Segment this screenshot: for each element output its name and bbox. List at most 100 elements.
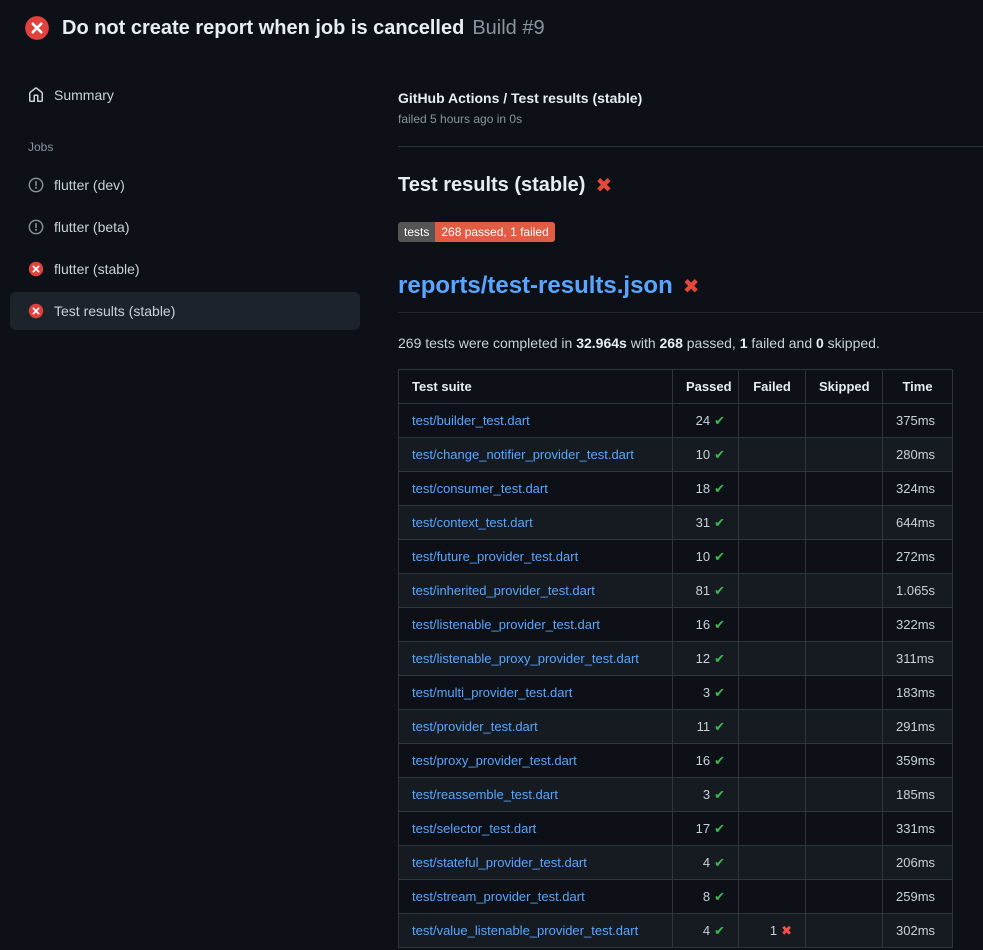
pass-check-icon: ✔ [714,447,725,462]
suite-cell: test/multi_provider_test.dart [399,676,673,710]
passed-count: 16 [696,753,710,768]
passed-cell: 18 ✔ [673,472,739,506]
breadcrumb: GitHub Actions / Test results (stable) [398,90,953,106]
test-suite-link[interactable]: test/value_listenable_provider_test.dart [412,923,638,938]
build-title: Do not create report when job is cancell… [62,17,464,39]
test-suite-link[interactable]: test/stream_provider_test.dart [412,889,585,904]
test-suite-link[interactable]: test/multi_provider_test.dart [412,685,572,700]
sidebar: Summary Jobs flutter (dev) flutter (beta)… [0,54,370,334]
skipped-cell [806,914,883,948]
test-suite-link[interactable]: test/listenable_provider_test.dart [412,617,600,632]
report-title: reports/test-results.json ✖ [398,272,983,313]
test-suite-link[interactable]: test/change_notifier_provider_test.dart [412,447,634,462]
test-suite-link[interactable]: test/listenable_proxy_provider_test.dart [412,651,639,666]
pass-check-icon: ✔ [714,515,725,530]
pass-check-icon: ✔ [714,753,725,768]
summary-text: failed and [748,335,817,351]
suite-cell: test/consumer_test.dart [399,472,673,506]
time-cell: 331ms [883,812,953,846]
sidebar-item-summary[interactable]: Summary [10,76,360,114]
build-number: Build #9 [472,17,544,39]
failed-cell [739,812,806,846]
test-suite-link[interactable]: test/builder_test.dart [412,413,530,428]
suite-cell: test/builder_test.dart [399,404,673,438]
suite-cell: test/provider_test.dart [399,710,673,744]
failed-cell [739,846,806,880]
test-suite-link[interactable]: test/future_provider_test.dart [412,549,578,564]
skipped-cell [806,506,883,540]
sidebar-item-flutter-dev[interactable]: flutter (dev) [10,166,360,204]
failed-cross-icon: ✖ [683,274,700,299]
failed-cell [739,778,806,812]
alert-circle-icon [28,177,44,193]
section-title: Test results (stable)✖ [398,173,953,198]
test-suite-link[interactable]: test/proxy_provider_test.dart [412,753,577,768]
failed-cell [739,540,806,574]
passed-cell: 10✔ [673,438,739,472]
pass-check-icon: ✔ [714,651,725,666]
skipped-cell [806,608,883,642]
build-failed-x-circle-icon [24,15,50,41]
time-cell: 359ms [883,744,953,778]
workflow-run-page: { "colors": { "background": "#0d1117", "… [0,0,983,950]
passed-count: 81 [696,583,710,598]
sidebar-item-label: flutter (dev) [54,175,125,195]
jobs-section-label: Jobs [10,140,360,154]
column-header-test-suite: Test suite [399,370,673,404]
time-cell: 302ms [883,914,953,948]
time-cell: 272ms [883,540,953,574]
passed-count: 3 [703,685,710,700]
passed-cell: 16 ✔ [673,744,739,778]
sidebar-item-flutter-beta[interactable]: flutter (beta) [10,208,360,246]
main-content: GitHub Actions / Test results (stable) f… [370,54,983,948]
failed-cell [739,710,806,744]
table-row: test/listenable_provider_test.dart16✔322… [399,608,953,642]
suite-cell: test/future_provider_test.dart [399,540,673,574]
skipped-cell [806,676,883,710]
passed-count: 10 [696,549,710,564]
failed-cell [739,676,806,710]
passed-count: 16 [696,617,710,632]
test-suite-link[interactable]: test/stateful_provider_test.dart [412,855,587,870]
pass-check-icon: ✔ [714,481,725,496]
skipped-cell [806,472,883,506]
test-suite-link[interactable]: test/reassemble_test.dart [412,787,558,802]
test-suite-link[interactable]: test/consumer_test.dart [412,481,548,496]
table-header-row: Test suite Passed Failed Skipped Time [399,370,953,404]
passed-count: 17 [696,821,710,836]
sidebar-item-test-results-stable[interactable]: Test results (stable) [10,292,360,330]
suite-cell: test/change_notifier_provider_test.dart [399,438,673,472]
skipped-cell [806,846,883,880]
failed-cell [739,506,806,540]
test-suite-link[interactable]: test/provider_test.dart [412,719,538,734]
table-row: test/proxy_provider_test.dart 16 ✔ 359ms [399,744,953,778]
suite-cell: test/listenable_proxy_provider_test.dart [399,642,673,676]
passed-cell: 10 ✔ [673,540,739,574]
skipped-cell [806,574,883,608]
passed-cell: 3✔ [673,676,739,710]
pass-check-icon: ✔ [714,583,725,598]
time-cell: 322ms [883,608,953,642]
badge-label: tests [398,222,435,242]
failed-cell [739,472,806,506]
passed-cell: 12✔ [673,642,739,676]
table-row: test/stateful_provider_test.dart4✔206ms [399,846,953,880]
report-file-link[interactable]: reports/test-results.json [398,272,673,300]
passed-count: 24 [696,413,710,428]
sidebar-item-label: Test results (stable) [54,301,175,321]
table-row: test/value_listenable_provider_test.dart… [399,914,953,948]
divider [398,146,983,147]
test-suite-link[interactable]: test/inherited_provider_test.dart [412,583,595,598]
skipped-cell [806,438,883,472]
test-suite-link[interactable]: test/selector_test.dart [412,821,536,836]
failed-cell: 1✖ [739,914,806,948]
table-row: test/builder_test.dart24✔375ms [399,404,953,438]
pass-check-icon: ✔ [714,549,725,564]
test-suite-link[interactable]: test/context_test.dart [412,515,533,530]
sidebar-item-flutter-stable[interactable]: flutter (stable) [10,250,360,288]
passed-count: 18 [696,481,710,496]
passed-cell: 8✔ [673,880,739,914]
passed-count: 8 [703,889,710,904]
badge-value: 268 passed, 1 failed [435,222,554,242]
passed-count: 4 [703,855,710,870]
